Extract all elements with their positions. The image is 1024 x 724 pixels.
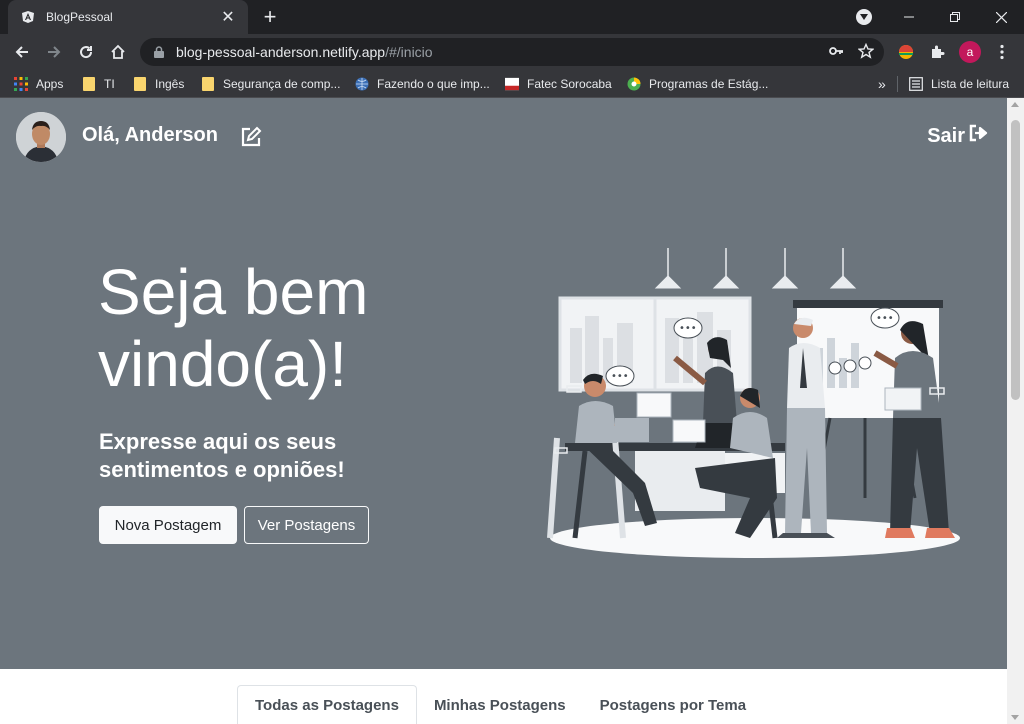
url-path: /#/inicio xyxy=(385,44,433,60)
posts-tabs-section: Todas as Postagens Minhas Postagens Post… xyxy=(0,669,1007,724)
reading-list-label: Lista de leitura xyxy=(931,77,1010,91)
folder-icon xyxy=(133,77,147,91)
tab-my-posts[interactable]: Minhas Postagens xyxy=(417,685,583,724)
new-tab-icon[interactable]: + xyxy=(258,4,282,29)
logout-label: Sair xyxy=(927,124,965,147)
sign-out-icon xyxy=(969,124,989,148)
folder-icon xyxy=(82,77,96,91)
bookmark-ingles[interactable]: Ingês xyxy=(133,70,184,98)
bookmark-ti[interactable]: TI xyxy=(82,70,115,98)
logout-button[interactable]: Sair xyxy=(927,124,989,148)
bookmark-label: Apps xyxy=(36,77,64,91)
bookmark-label: Programas de Estág... xyxy=(649,77,769,91)
scroll-down-icon[interactable] xyxy=(1011,715,1019,720)
angular-icon xyxy=(20,9,36,25)
more-bookmarks-button[interactable]: » xyxy=(878,70,886,98)
pencil-square-icon[interactable] xyxy=(240,126,262,148)
browser-toolbar: blog-pessoal-anderson.netlify.app/#/inic… xyxy=(0,34,1024,70)
hero-subtitle: Expresse aqui os seus sentimentos e opni… xyxy=(99,429,345,482)
page-viewport: Olá, Anderson Sair Seja bem vindo(a)! Ex… xyxy=(0,98,1007,724)
close-window-icon[interactable] xyxy=(978,0,1024,34)
user-greeting: Olá, Anderson xyxy=(82,124,218,146)
profile-avatar[interactable]: a xyxy=(959,41,981,63)
extensions-icon[interactable] xyxy=(926,41,948,63)
new-post-button[interactable]: Nova Postagem xyxy=(99,506,237,544)
scrollbar-thumb[interactable] xyxy=(1011,120,1020,400)
team-meeting-illustration: ••• ••• ••• xyxy=(547,248,960,558)
bookmark-label: Fazendo o que imp... xyxy=(377,77,490,91)
bookmark-label: Ingês xyxy=(155,77,185,91)
bookmark-label: Fatec Sorocaba xyxy=(527,77,612,91)
folder-icon xyxy=(201,77,215,91)
lock-icon[interactable] xyxy=(152,45,166,59)
fatec-icon xyxy=(505,77,519,91)
browser-tab-bar: BlogPessoal ✕ + xyxy=(0,0,1024,34)
reload-icon[interactable] xyxy=(72,38,100,66)
bookmark-apps[interactable]: Apps xyxy=(14,70,63,98)
reading-list-button[interactable]: Lista de leitura xyxy=(909,70,1009,98)
tab-title: BlogPessoal xyxy=(46,10,113,24)
back-icon[interactable] xyxy=(8,38,36,66)
star-icon[interactable] xyxy=(857,42,875,62)
bookmark-label: Segurança de comp... xyxy=(223,77,341,91)
profile-initial: a xyxy=(959,41,981,63)
bookmarks-bar: Apps TI Ingês Segurança de comp... Fazen… xyxy=(0,70,1024,98)
color-extension-icon[interactable] xyxy=(895,41,917,63)
bookmark-fatec[interactable]: Fatec Sorocaba xyxy=(505,70,612,98)
browser-tab[interactable]: BlogPessoal ✕ xyxy=(8,0,248,34)
bookmark-label: TI xyxy=(104,77,115,91)
view-posts-button[interactable]: Ver Postagens xyxy=(244,506,369,544)
globe-icon xyxy=(355,77,369,91)
bookmarks-divider xyxy=(897,76,898,92)
svg-text:•••: ••• xyxy=(679,323,697,334)
kebab-menu-icon[interactable] xyxy=(991,41,1013,63)
tab-posts-by-theme[interactable]: Postagens por Tema xyxy=(583,685,763,724)
url-host: blog-pessoal-anderson.netlify.app xyxy=(176,44,386,60)
user-avatar xyxy=(16,112,66,162)
scroll-up-icon[interactable] xyxy=(1011,102,1019,107)
posts-tabs: Todas as Postagens Minhas Postagens Post… xyxy=(237,685,763,724)
bookmark-programas[interactable]: Programas de Estág... xyxy=(627,70,768,98)
apps-grid-icon xyxy=(14,77,28,91)
close-tab-icon[interactable]: ✕ xyxy=(220,9,236,26)
page-scrollbar[interactable] xyxy=(1007,98,1024,724)
key-icon[interactable] xyxy=(828,43,844,62)
minimize-icon[interactable] xyxy=(886,0,932,34)
svg-text:•••: ••• xyxy=(611,371,629,382)
address-bar[interactable]: blog-pessoal-anderson.netlify.app/#/inic… xyxy=(140,38,884,66)
hero-title: Seja bem vindo(a)! xyxy=(98,256,369,400)
forward-icon[interactable] xyxy=(40,38,68,66)
svg-text:•••: ••• xyxy=(876,313,894,324)
restore-icon[interactable] xyxy=(932,0,978,34)
site-favicon-icon xyxy=(627,77,641,91)
reading-list-icon xyxy=(909,77,923,91)
tab-all-posts[interactable]: Todas as Postagens xyxy=(237,685,417,724)
bookmark-seguranca[interactable]: Segurança de comp... xyxy=(201,70,340,98)
home-icon[interactable] xyxy=(104,38,132,66)
bookmark-fazendo[interactable]: Fazendo o que imp... xyxy=(355,70,490,98)
tab-search-icon[interactable] xyxy=(856,9,872,25)
